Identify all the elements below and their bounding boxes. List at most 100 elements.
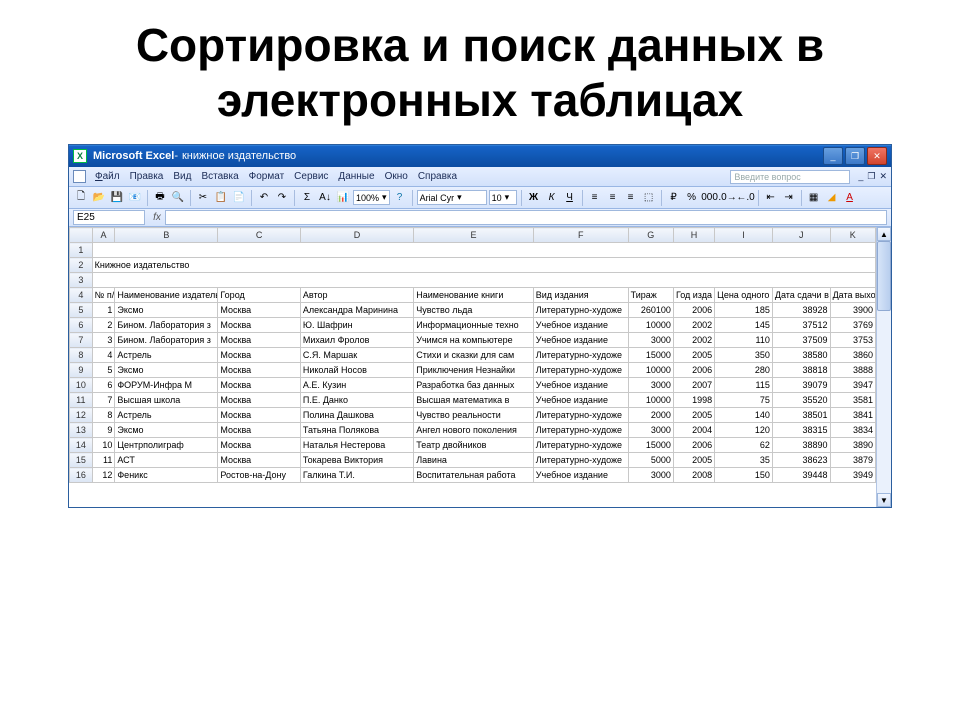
cell[interactable]: 4 (92, 348, 115, 363)
menu-edit[interactable]: Правка (125, 169, 169, 184)
cell[interactable]: 2006 (673, 303, 714, 318)
paste-button[interactable]: 📄 (231, 190, 247, 206)
italic-button[interactable]: К (544, 190, 560, 206)
cell[interactable]: Литературно-художе (533, 348, 628, 363)
cell[interactable]: Татьяна Полякова (300, 423, 413, 438)
cell[interactable]: Эксмо (115, 363, 218, 378)
decrease-decimal-button[interactable]: ←.0 (738, 190, 754, 206)
cell[interactable]: 39448 (772, 468, 830, 483)
row-header[interactable]: 7 (70, 333, 93, 348)
cell[interactable]: 6 (92, 378, 115, 393)
cell[interactable]: 2004 (673, 423, 714, 438)
menu-tools[interactable]: Сервис (289, 169, 333, 184)
cell[interactable]: 3949 (830, 468, 875, 483)
cell[interactable]: 5 (92, 363, 115, 378)
bold-button[interactable]: Ж (526, 190, 542, 206)
align-left-button[interactable]: ≡ (587, 190, 603, 206)
redo-button[interactable]: ↷ (274, 190, 290, 206)
permission-button[interactable]: 📧 (127, 190, 143, 206)
cell[interactable]: 3000 (628, 378, 673, 393)
cell[interactable]: Ю. Шафрин (300, 318, 413, 333)
open-button[interactable]: 📂 (91, 190, 107, 206)
row-header[interactable]: 5 (70, 303, 93, 318)
cell[interactable]: 140 (715, 408, 773, 423)
comma-button[interactable]: 000 (702, 190, 718, 206)
select-all-corner[interactable] (70, 228, 93, 243)
cell[interactable]: 260100 (628, 303, 673, 318)
print-button[interactable]: 🖶 (152, 190, 168, 206)
cell[interactable]: 38501 (772, 408, 830, 423)
mdi-close-button[interactable]: ✕ (879, 171, 887, 182)
cell[interactable]: 9 (92, 423, 115, 438)
hdr-pub[interactable]: Наименование издательства (115, 288, 218, 303)
cell[interactable]: Эксмо (115, 303, 218, 318)
close-button[interactable]: ✕ (867, 147, 887, 165)
new-button[interactable]: 🗋 (73, 190, 89, 206)
hdr-d1[interactable]: Дата сдачи в (772, 288, 830, 303)
cell[interactable]: Высшая школа (115, 393, 218, 408)
cell[interactable]: 35520 (772, 393, 830, 408)
cell[interactable]: 38890 (772, 438, 830, 453)
font-select[interactable]: Arial Cyr▾ (417, 190, 487, 205)
col-header-A[interactable]: A (92, 228, 115, 243)
cell[interactable]: Михаил Фролов (300, 333, 413, 348)
row-header[interactable]: 14 (70, 438, 93, 453)
zoom-select[interactable]: 100%▾ (353, 190, 390, 205)
cell[interactable]: 7 (92, 393, 115, 408)
cell[interactable]: 3860 (830, 348, 875, 363)
col-header-G[interactable]: G (628, 228, 673, 243)
cell[interactable]: Москва (218, 423, 300, 438)
cell[interactable]: 2002 (673, 318, 714, 333)
cell[interactable]: Театр двойников (414, 438, 534, 453)
cell[interactable]: Астрель (115, 348, 218, 363)
cell[interactable]: ФОРУМ-Инфра М (115, 378, 218, 393)
cell[interactable]: Приключения Незнайки (414, 363, 534, 378)
cell[interactable]: 3841 (830, 408, 875, 423)
cell[interactable]: 2008 (673, 468, 714, 483)
vertical-scrollbar[interactable]: ▲ ▼ (876, 227, 891, 507)
row-header[interactable]: 6 (70, 318, 93, 333)
cell[interactable]: 3581 (830, 393, 875, 408)
cell[interactable]: Информационные техно (414, 318, 534, 333)
autosum-button[interactable]: Σ (299, 190, 315, 206)
font-size-select[interactable]: 10▾ (489, 190, 517, 205)
cell[interactable]: 3000 (628, 468, 673, 483)
menu-window[interactable]: Окно (380, 169, 413, 184)
cell[interactable]: 350 (715, 348, 773, 363)
cell[interactable]: Москва (218, 363, 300, 378)
cell[interactable]: Москва (218, 393, 300, 408)
cell[interactable]: 62 (715, 438, 773, 453)
cell[interactable]: Астрель (115, 408, 218, 423)
hdr-author[interactable]: Автор (300, 288, 413, 303)
menu-help[interactable]: Справка (413, 169, 462, 184)
minimize-button[interactable]: _ (823, 147, 843, 165)
cell[interactable]: Литературно-художе (533, 408, 628, 423)
fx-icon[interactable]: fx (149, 212, 165, 223)
percent-button[interactable]: % (684, 190, 700, 206)
cell[interactable]: 2005 (673, 348, 714, 363)
row-header[interactable]: 15 (70, 453, 93, 468)
cell[interactable]: Чувство реальности (414, 408, 534, 423)
scroll-track[interactable] (877, 241, 891, 493)
cell[interactable]: 10 (92, 438, 115, 453)
help-search-input[interactable]: Введите вопрос (730, 170, 850, 184)
cell[interactable]: 10000 (628, 318, 673, 333)
cell[interactable]: Бином. Лаборатория з (115, 318, 218, 333)
cell[interactable]: 2007 (673, 378, 714, 393)
cell[interactable]: 10000 (628, 363, 673, 378)
hdr-kind[interactable]: Вид издания (533, 288, 628, 303)
cell[interactable]: 37512 (772, 318, 830, 333)
cell[interactable]: 3000 (628, 423, 673, 438)
hdr-tirazh[interactable]: Тираж (628, 288, 673, 303)
col-header-H[interactable]: H (673, 228, 714, 243)
cell[interactable]: Москва (218, 453, 300, 468)
col-header-E[interactable]: E (414, 228, 534, 243)
mdi-restore-button[interactable]: ❐ (867, 171, 875, 182)
cell[interactable]: Литературно-художе (533, 438, 628, 453)
currency-button[interactable]: ₽ (666, 190, 682, 206)
cell[interactable]: 1 (92, 303, 115, 318)
cell[interactable]: П.Е. Данко (300, 393, 413, 408)
cell[interactable]: 75 (715, 393, 773, 408)
cell[interactable]: Литературно-художе (533, 363, 628, 378)
hdr-price[interactable]: Цена одного (715, 288, 773, 303)
